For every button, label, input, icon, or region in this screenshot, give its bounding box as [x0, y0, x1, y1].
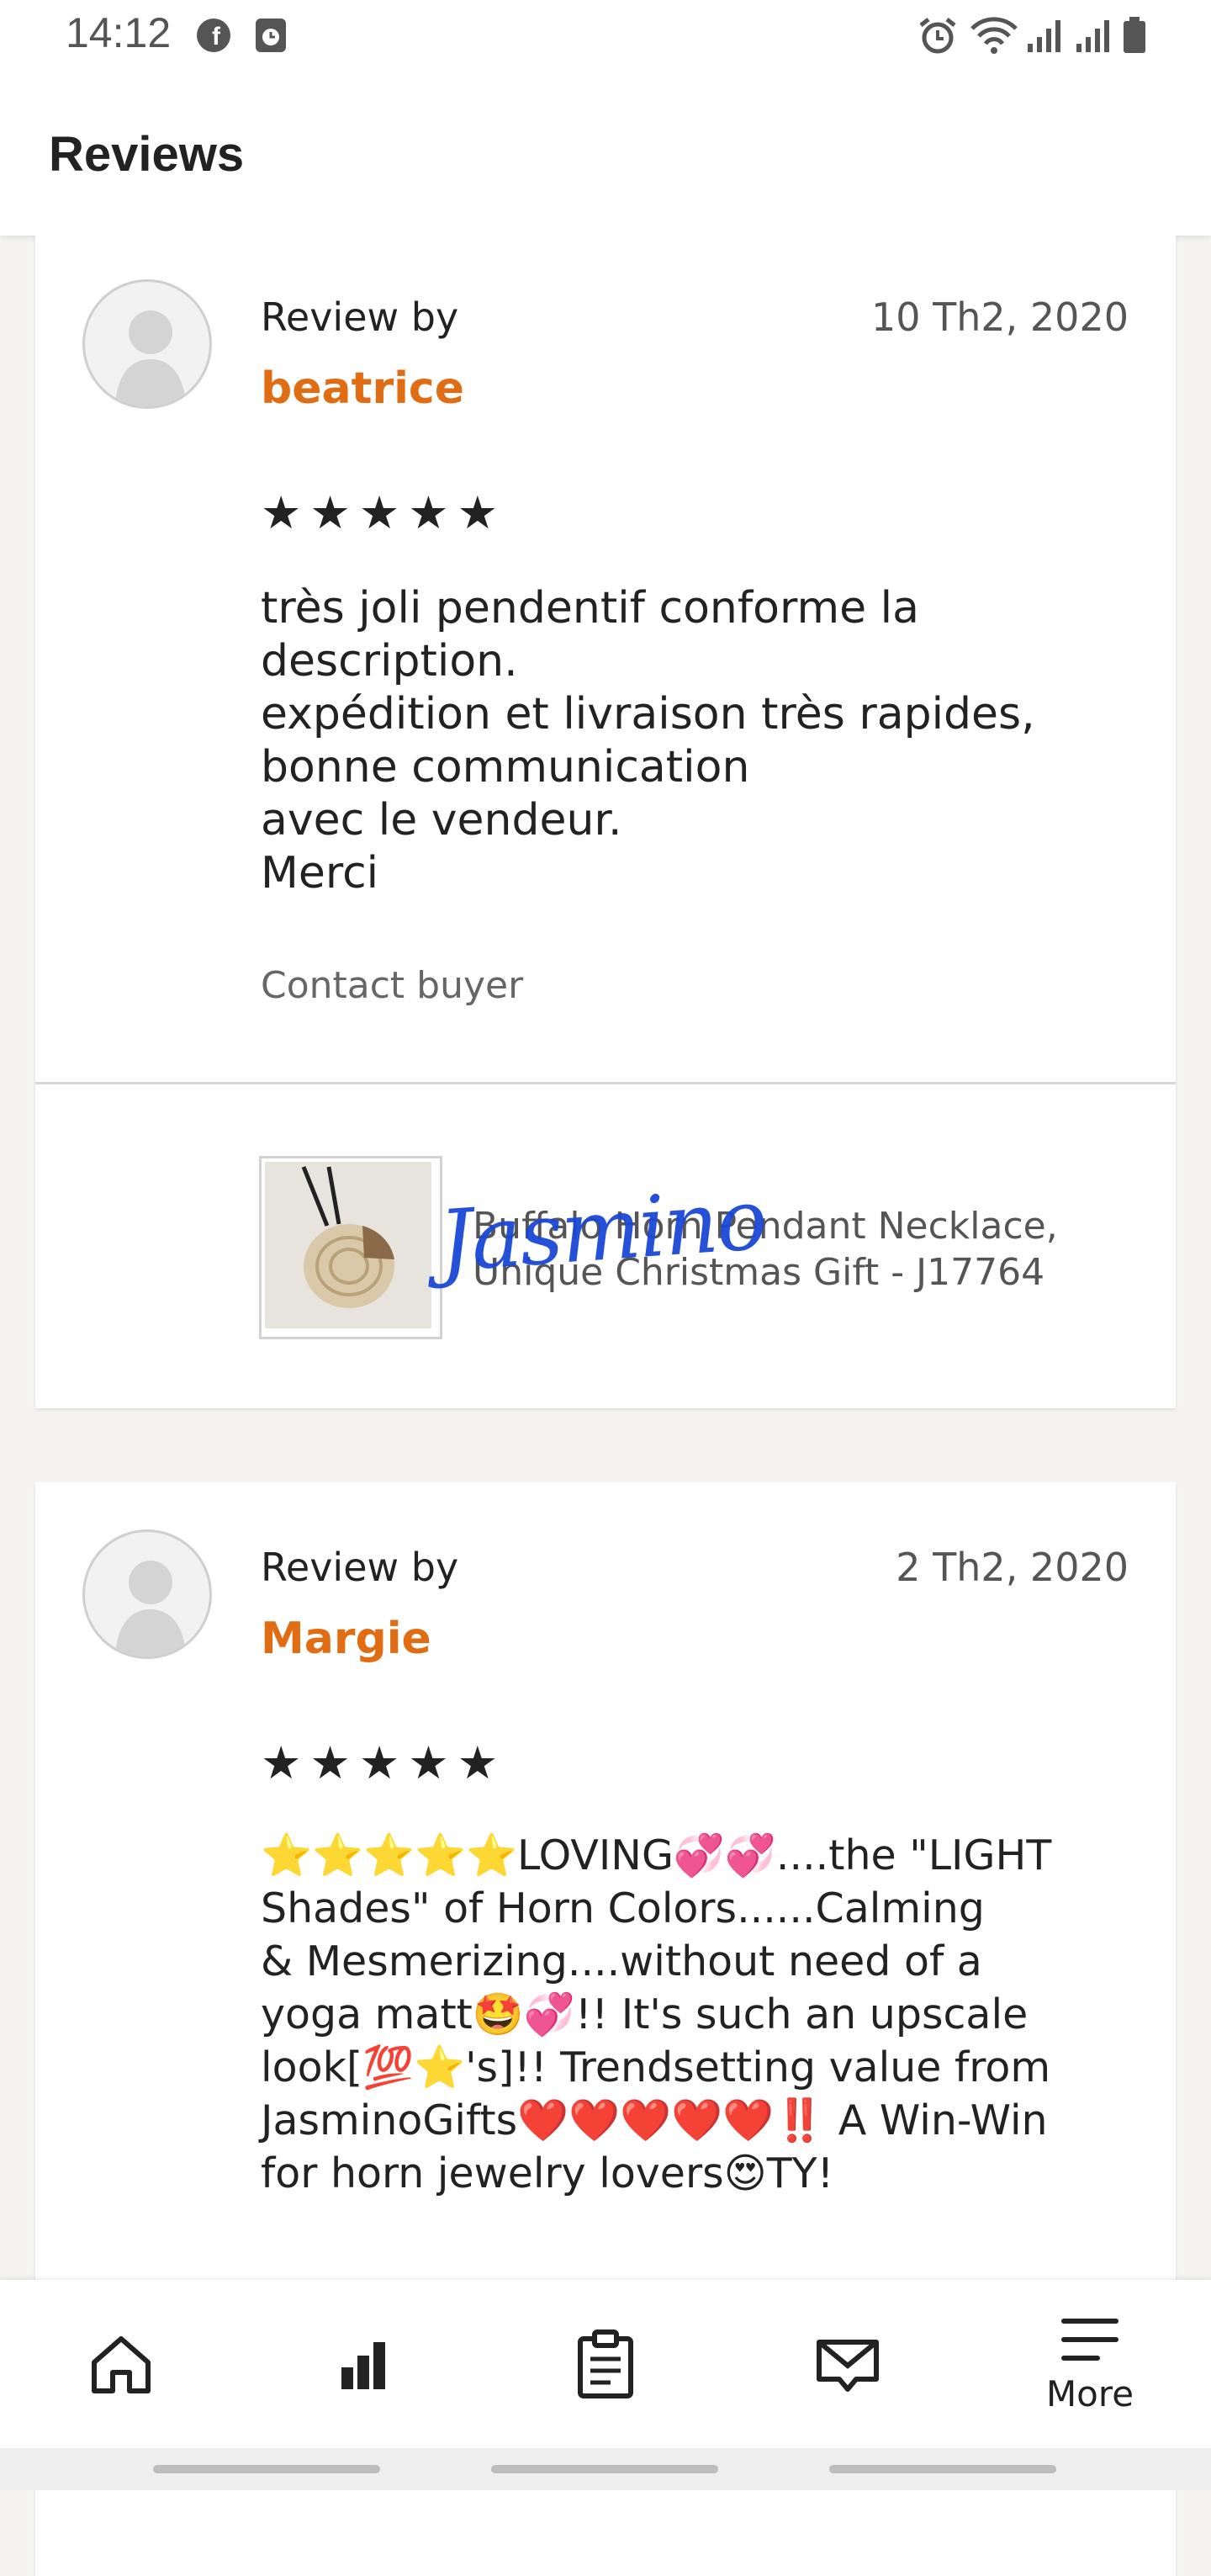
status-bar: 14:12 f [0, 0, 1211, 71]
signal-icon [1026, 17, 1063, 57]
page-title: Reviews [49, 127, 245, 182]
orders-icon [578, 2330, 633, 2398]
facebook-icon: f [195, 17, 232, 57]
app-header: Reviews [0, 71, 1211, 236]
contact-buyer-link[interactable]: Contact buyer [261, 964, 523, 1007]
review-text: très joli pendentif conforme la descript… [261, 583, 1035, 898]
nav-home[interactable] [0, 2280, 242, 2448]
divider [35, 1082, 1176, 1084]
messages-icon [817, 2340, 879, 2392]
product-thumbnail[interactable] [259, 1156, 442, 1339]
gesture-bar [0, 2448, 1211, 2490]
review-card: Review by beatrice 10 Th2, 2020 ★★★★★ tr… [35, 236, 1176, 1408]
review-text: ⭐⭐⭐⭐⭐LOVING💞💞....the "LIGHT Shades" of H… [261, 1831, 1052, 2197]
alarm-icon [917, 17, 959, 59]
pendant-image [265, 1162, 431, 1328]
stats-icon [341, 2342, 385, 2389]
review-by-label: Review by [261, 1545, 459, 1590]
battery-icon [1122, 17, 1147, 57]
bottom-navigation: More [0, 2280, 1211, 2448]
nav-more[interactable]: More [969, 2280, 1211, 2448]
nav-more-label: More [1045, 2372, 1134, 2414]
home-icon [92, 2336, 151, 2393]
nav-messages[interactable] [727, 2280, 969, 2448]
avatar[interactable] [82, 1529, 212, 1659]
avatar[interactable] [82, 279, 212, 409]
star-rating: ★★★★★ [261, 1736, 507, 1789]
menu-icon [1061, 2318, 1118, 2361]
default-avatar-icon [115, 1561, 186, 1656]
reviewer-name[interactable]: Margie [261, 1614, 431, 1664]
review-date: 10 Th2, 2020 [871, 294, 1129, 340]
review-by-label: Review by [261, 294, 459, 340]
gesture-back[interactable] [829, 2465, 1056, 2473]
star-rating: ★★★★★ [261, 486, 507, 539]
signal-icon [1075, 17, 1112, 57]
nav-orders[interactable] [484, 2280, 727, 2448]
clock-app-icon [252, 17, 289, 57]
gesture-home[interactable] [491, 2465, 718, 2473]
reviewer-name[interactable]: beatrice [261, 363, 464, 414]
status-time: 14:12 [66, 9, 172, 56]
default-avatar-icon [115, 310, 186, 406]
gesture-recents[interactable] [153, 2465, 380, 2473]
svg-text:f: f [212, 23, 221, 50]
nav-stats[interactable] [242, 2280, 484, 2448]
review-date: 2 Th2, 2020 [896, 1545, 1129, 1590]
wifi-icon [969, 17, 1019, 59]
